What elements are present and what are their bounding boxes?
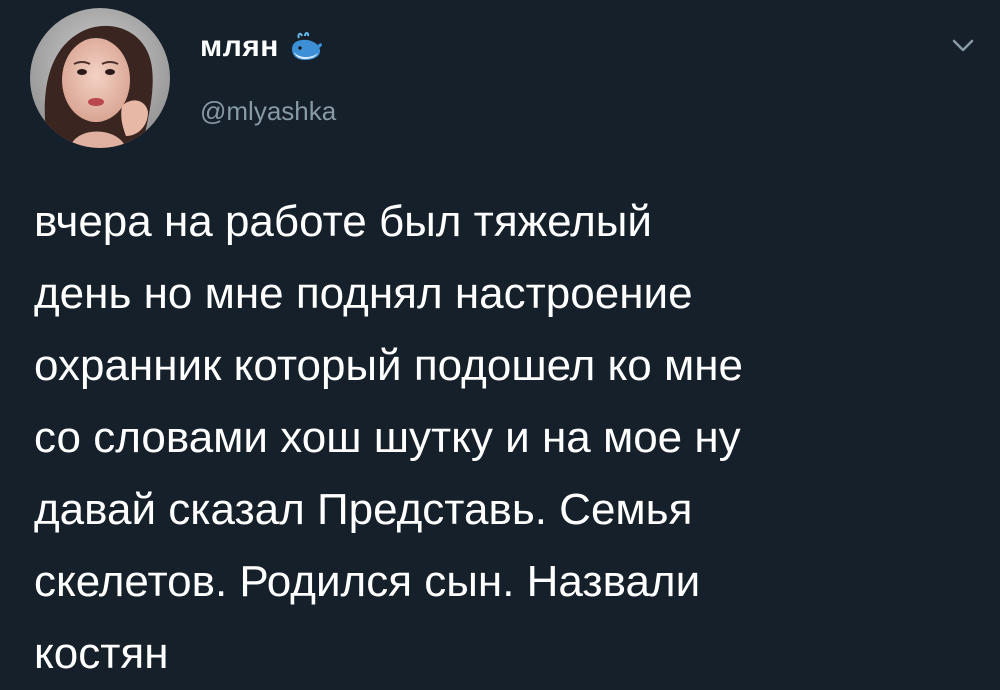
- tweet-text-line: давай сказал Представь. Семья: [34, 485, 693, 534]
- tweet-text-line: скелетов. Родился сын. Назвали: [34, 557, 701, 606]
- tweet-text-line: вчера на работе был тяжелый: [34, 197, 652, 246]
- avatar[interactable]: [30, 8, 170, 148]
- display-name[interactable]: млян: [200, 30, 279, 64]
- author-name-row: млян: [200, 30, 323, 64]
- tweet-card: млян @mlyashka вчера на работе был тяжел…: [0, 0, 1000, 690]
- tweet-text: вчера на работе был тяжелый день но мне …: [34, 186, 974, 690]
- profile-photo-icon: [30, 8, 170, 148]
- author-handle[interactable]: @mlyashka: [200, 96, 336, 127]
- tweet-text-line: день но мне поднял настроение: [34, 269, 693, 318]
- tweet-text-line: костян: [34, 629, 169, 678]
- whale-emoji-icon: [289, 32, 323, 62]
- tweet-text-line: со словами хош шутку и на мое ну: [34, 413, 741, 462]
- chevron-down-icon[interactable]: [948, 30, 978, 60]
- tweet-text-line: охранник который подошел ко мне: [34, 341, 743, 390]
